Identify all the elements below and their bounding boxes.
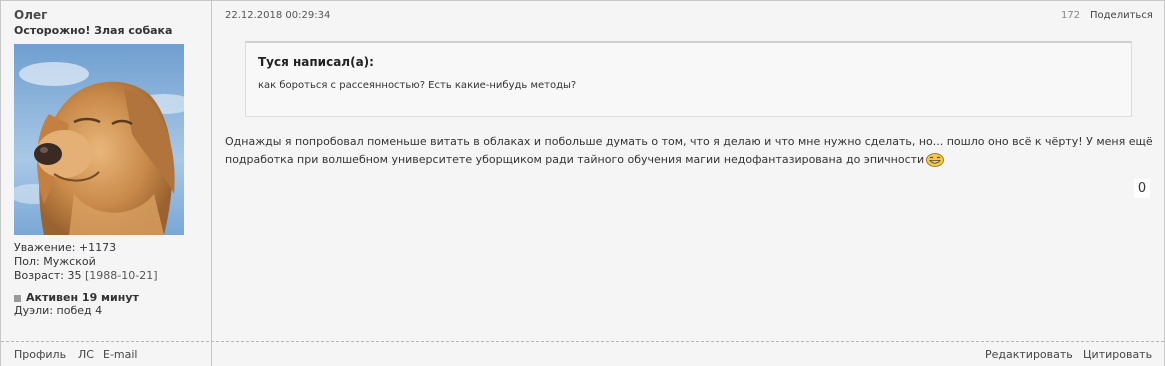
email-link[interactable]: E-mail [103,348,138,361]
post-actions: Редактировать Цитировать [212,342,1164,366]
edit-button[interactable]: Редактировать [985,348,1073,361]
quote-block: Туся написал(а): как бороться с рассеянн… [245,41,1132,117]
forum-post: Олег Осторожно! Злая собака Уважение: +1… [0,0,1165,366]
laughing-smiley-icon [926,153,945,167]
activity-label: Активен 19 минут [26,291,139,304]
rating-counter: 0 [1134,179,1150,198]
avatar [14,44,184,235]
duels-stat: Дуэли: побед 4 [14,304,103,317]
gender-stat: Пол: Мужской [14,255,96,268]
quote-button[interactable]: Цитировать [1083,348,1152,361]
age-value: Возраст: 35 [14,269,82,282]
quote-text: как бороться с рассеянностью? Есть какие… [258,80,577,91]
pm-link[interactable]: ЛС [78,348,94,361]
user-stats: Уважение: +1173 Пол: Мужской Возраст: 35… [14,241,158,283]
post-date: 22.12.2018 00:29:34 [225,10,331,21]
profile-link[interactable]: Профиль [14,348,66,361]
quote-author: Туся написал(а): [258,55,374,69]
post-body: Однажды я попробовал поменьше витать в о… [225,133,1155,169]
post-text: Однажды я попробовал поменьше витать в о… [225,135,1153,166]
username-link[interactable]: Олег [14,8,47,22]
share-link[interactable]: Поделиться [1090,10,1153,21]
status-square-icon [14,294,21,302]
respect-stat: Уважение: +1173 [14,241,117,254]
user-info-panel: Олег Осторожно! Злая собака Уважение: +1… [1,1,212,341]
user-title: Осторожно! Злая собака [14,24,173,37]
view-count: 172 [1061,10,1081,21]
age-stat: Возраст: 35 [1988-10-21] [14,269,158,283]
post-footer: Профиль ЛС E-mail Редактировать Цитирова… [1,341,1164,366]
activity-status: Активен 19 минут [14,291,139,304]
user-links: Профиль ЛС E-mail [1,342,212,366]
birthdate: [1988-10-21] [85,269,158,282]
post-content: 22.12.2018 00:29:34 172 Поделиться Туся … [212,1,1164,341]
